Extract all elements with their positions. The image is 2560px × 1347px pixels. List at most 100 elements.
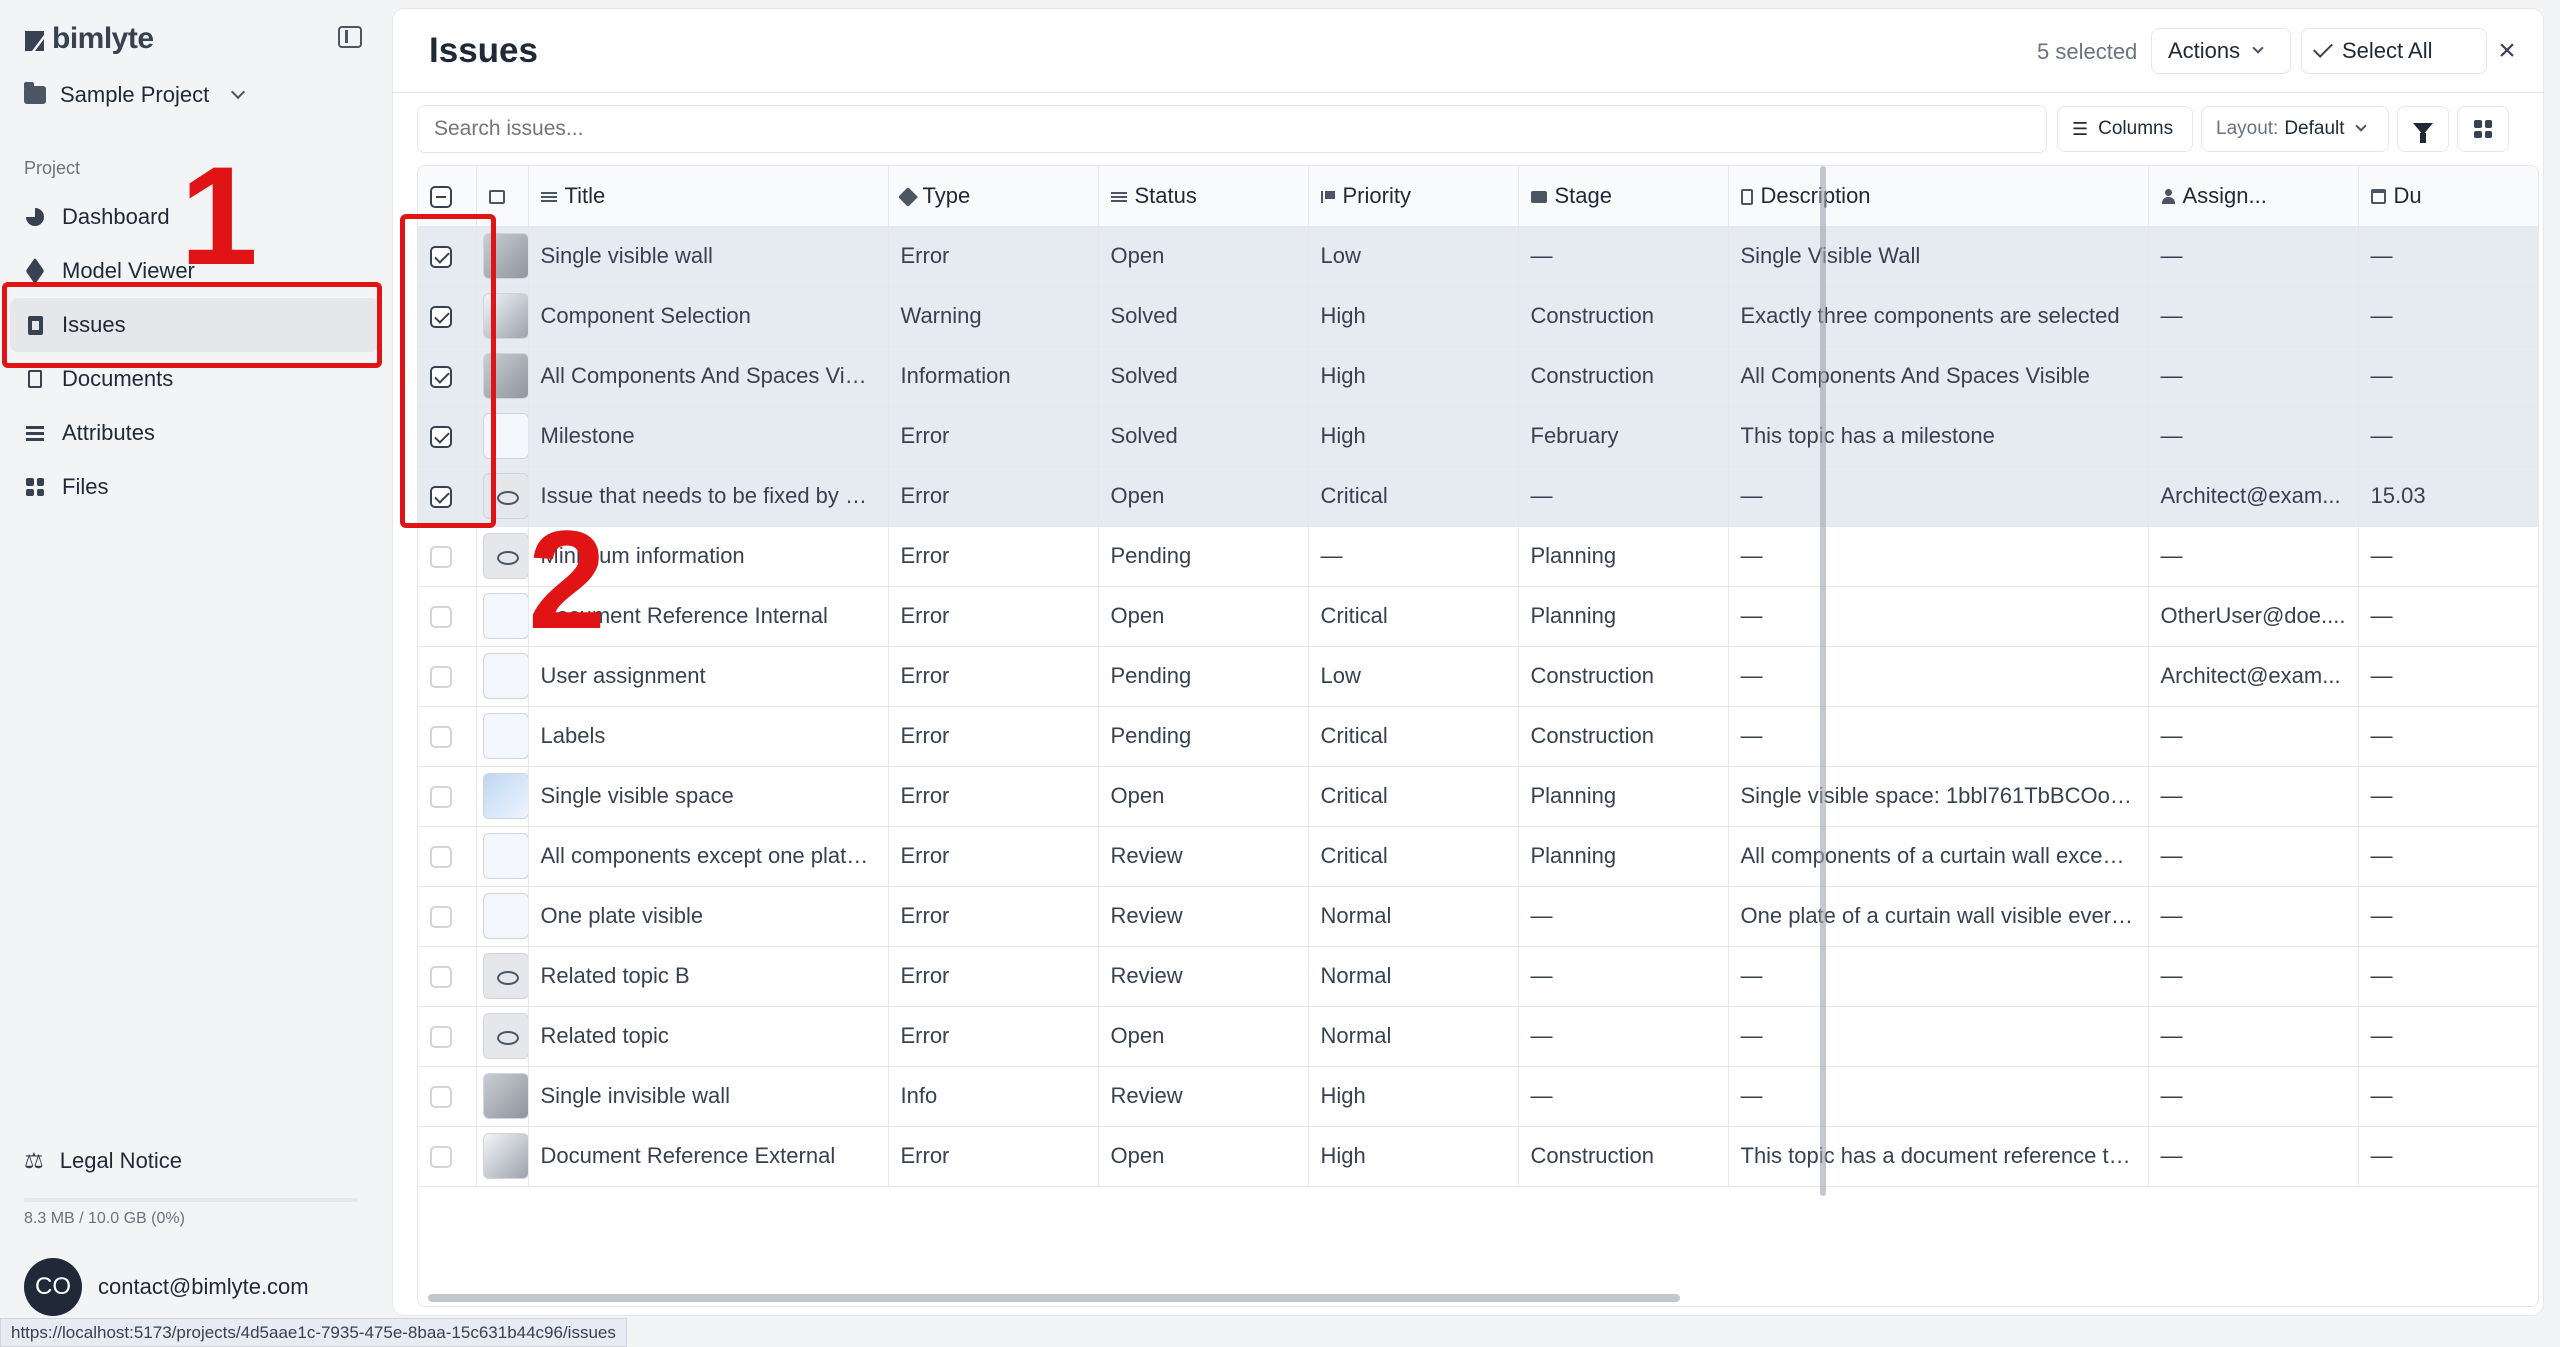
issue-thumbnail[interactable]: [482, 653, 527, 699]
issue-thumbnail[interactable]: [482, 1013, 527, 1059]
horizontal-scrollbar[interactable]: [428, 1294, 1680, 1302]
table-row[interactable]: Component Selection Warning Solved High Cons…: [418, 286, 2538, 347]
header-type[interactable]: Type: [888, 166, 1099, 227]
sidebar-item-files[interactable]: Files: [10, 460, 380, 514]
issue-thumbnail[interactable]: [482, 1133, 527, 1179]
cell-description: All Components And Spaces Visible: [1728, 346, 2149, 407]
table-row[interactable]: Milestone Error Solved High February This top…: [418, 406, 2538, 467]
header-description[interactable]: Description: [1728, 166, 2149, 227]
table-row[interactable]: Single visible space Error Open Critical Pla…: [418, 766, 2538, 827]
row-checkbox-cell[interactable]: [418, 1126, 477, 1187]
table-row[interactable]: Issue that needs to be fixed by a ... Err…: [418, 466, 2538, 527]
table-row[interactable]: Single invisible wall Info Review High — — — —: [418, 1066, 2538, 1127]
row-checkbox[interactable]: [430, 1026, 452, 1049]
cell-priority: Critical: [1308, 706, 1519, 767]
table-row[interactable]: All components except one plate... Error R…: [418, 826, 2538, 887]
row-checkbox[interactable]: [430, 666, 452, 689]
sidebar-collapse-icon[interactable]: [338, 26, 362, 48]
issue-thumbnail[interactable]: [482, 893, 527, 939]
cell-assignee: —: [2148, 1126, 2359, 1187]
header-stage[interactable]: Stage: [1518, 166, 1729, 227]
row-checkbox[interactable]: [430, 1146, 452, 1169]
row-checkbox-cell[interactable]: [418, 826, 477, 887]
cell-status: Solved: [1098, 406, 1309, 467]
brand-logo[interactable]: bimlyte: [24, 22, 154, 56]
table-row[interactable]: Minimum information Error Pending — Planning…: [418, 526, 2538, 587]
table-row[interactable]: Labels Error Pending Critical Construction — —…: [418, 706, 2538, 767]
grid-view-button[interactable]: [2457, 106, 2509, 152]
table-row[interactable]: Document Reference Internal Error Open Crit…: [418, 586, 2538, 647]
user-menu[interactable]: CO contact@bimlyte.com: [24, 1258, 309, 1316]
row-checkbox[interactable]: [430, 846, 452, 869]
table-row[interactable]: Related topic B Error Review Normal — — — —: [418, 946, 2538, 1007]
cell-type: Error: [888, 886, 1099, 947]
row-checkbox[interactable]: [430, 1086, 452, 1109]
header-status-label: Status: [1134, 182, 1197, 208]
row-checkbox-cell[interactable]: [418, 586, 477, 647]
table-row[interactable]: One plate visible Error Review Normal — One p…: [418, 886, 2538, 947]
row-checkbox-cell[interactable]: [418, 706, 477, 767]
row-checkbox-cell[interactable]: [418, 646, 477, 707]
cell-assignee: —: [2148, 1066, 2359, 1127]
issue-thumbnail[interactable]: [482, 533, 527, 579]
cell-stage: —: [1518, 466, 1729, 527]
row-checkbox[interactable]: [430, 966, 452, 989]
layout-select[interactable]: Layout: Default: [2201, 106, 2389, 152]
search-input[interactable]: [417, 105, 2047, 153]
select-all-checkbox[interactable]: [430, 185, 452, 208]
project-selector[interactable]: Sample Project: [24, 82, 246, 108]
header-status[interactable]: Status: [1098, 166, 1309, 227]
row-checkbox[interactable]: [430, 606, 452, 629]
row-checkbox-cell[interactable]: [418, 1006, 477, 1067]
header-due[interactable]: Du: [2358, 166, 2538, 227]
row-checkbox[interactable]: [430, 786, 452, 809]
actions-button[interactable]: Actions: [2151, 28, 2291, 74]
row-checkbox[interactable]: [430, 726, 452, 749]
cell-description: —: [1728, 1006, 2149, 1067]
row-checkbox-cell[interactable]: [418, 886, 477, 947]
vertical-scrollbar[interactable]: [1820, 166, 1826, 1196]
table-row[interactable]: Single visible wall Error Open Low — Single V…: [418, 226, 2538, 287]
issue-thumbnail[interactable]: [482, 833, 527, 879]
header-title[interactable]: Title: [528, 166, 889, 227]
cell-assignee: —: [2148, 706, 2359, 767]
close-icon[interactable]: ×: [2489, 33, 2525, 69]
issue-thumbnail[interactable]: [482, 773, 527, 819]
cell-due: —: [2358, 286, 2538, 347]
sidebar-item-attributes[interactable]: Attributes: [10, 406, 380, 460]
row-checkbox-cell[interactable]: [418, 526, 477, 587]
cell-assignee: —: [2148, 766, 2359, 827]
cell-assignee: —: [2148, 526, 2359, 587]
table-body: Single visible wall Error Open Low — Single V…: [418, 226, 2538, 1187]
table-row[interactable]: User assignment Error Pending Low Constructi…: [418, 646, 2538, 707]
header-priority[interactable]: Priority: [1308, 166, 1519, 227]
issue-thumbnail[interactable]: [482, 713, 527, 759]
cell-title: Component Selection: [528, 286, 889, 347]
table-row[interactable]: Related topic Error Open Normal — — — —: [418, 1006, 2538, 1067]
table-row[interactable]: All Components And Spaces Visi... Informa…: [418, 346, 2538, 407]
table-row[interactable]: Document Reference External Error Open High…: [418, 1126, 2538, 1187]
pie-chart-icon: [26, 208, 44, 226]
row-checkbox-cell[interactable]: [418, 946, 477, 1007]
cell-due: —: [2358, 346, 2538, 407]
row-checkbox[interactable]: [430, 546, 452, 569]
page-header: Issues 5 selected Actions Select All ×: [393, 9, 2543, 93]
row-checkbox-cell[interactable]: [418, 766, 477, 827]
cell-assignee: —: [2148, 826, 2359, 887]
cell-title: All Components And Spaces Visi...: [528, 346, 889, 407]
columns-button[interactable]: ☰ Columns: [2057, 106, 2193, 152]
header-assignee[interactable]: Assign...: [2148, 166, 2359, 227]
select-all-button[interactable]: Select All: [2301, 28, 2487, 74]
filter-button[interactable]: [2397, 106, 2449, 152]
issue-thumbnail[interactable]: [482, 953, 527, 999]
cube-icon: [25, 257, 45, 285]
cell-due: —: [2358, 1006, 2538, 1067]
text-lines-icon: [540, 190, 557, 204]
issue-thumbnail[interactable]: [482, 1073, 527, 1119]
issue-thumbnail[interactable]: [482, 593, 527, 639]
legal-notice-link[interactable]: ⚖ Legal Notice: [24, 1148, 182, 1174]
row-checkbox-cell[interactable]: [418, 1066, 477, 1127]
cell-title: One plate visible: [528, 886, 889, 947]
row-checkbox[interactable]: [430, 906, 452, 929]
header-due-label: Du: [2393, 182, 2422, 208]
